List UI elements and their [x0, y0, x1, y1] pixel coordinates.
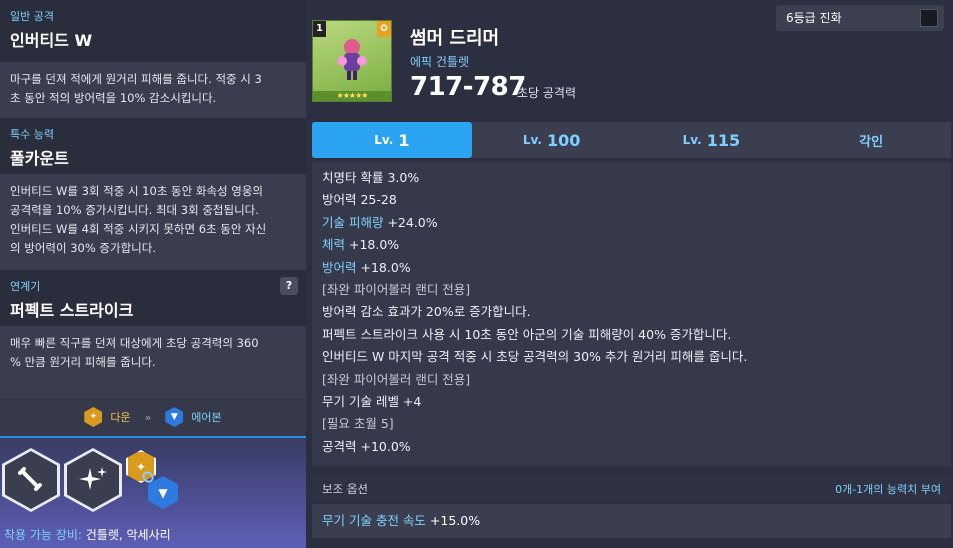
- skill-desc-chain: 매우 빠른 직구를 던져 대상에게 초당 공격력의 360 % 만큼 원거리 피…: [0, 326, 306, 398]
- stat-value: 방어력 감소 효과가 20%로 증가합니다.: [322, 304, 531, 320]
- stat-line: 퍼펙트 스트라이크 사용 시 10초 동안 아군의 기술 피해량이 40% 증가…: [322, 324, 941, 346]
- desc-line: 의 방어력이 30% 증가합니다.: [10, 241, 156, 255]
- stat-value: 무기 기술 레벨 +4: [322, 394, 422, 410]
- tab-lv-prefix: Lv.: [682, 133, 702, 147]
- stat-line: 체력 +18.0%: [322, 234, 941, 256]
- sub-option-value: +15.0%: [425, 513, 481, 528]
- stat-line: [좌완 파이어볼러 랜디 전용]: [322, 279, 941, 301]
- help-button[interactable]: ?: [280, 277, 298, 295]
- skill-title: 풀카운트: [10, 149, 69, 168]
- tab-lv-100[interactable]: Lv. 100: [472, 122, 632, 158]
- stat-line: 방어력 +18.0%: [322, 257, 941, 279]
- skill-header-special: 특수 능력 풀카운트: [0, 118, 306, 174]
- stat-value: [좌완 파이어볼러 랜디 전용]: [322, 371, 471, 387]
- down-icon: ✦: [84, 407, 103, 427]
- stat-value: +18.0%: [356, 259, 411, 275]
- skill-tag: 연계기: [10, 280, 41, 293]
- sub-option-key: 무기 기술 충전 속도: [322, 513, 426, 528]
- skill-title: 퍼펙트 스트라이크: [10, 301, 134, 320]
- airborne-icon: ▼: [165, 407, 184, 427]
- special-ability-skill-icon[interactable]: [64, 448, 122, 512]
- attack-label: 초당 공격력: [517, 86, 577, 100]
- sub-option-row: 무기 기술 충전 속도 +15.0%: [312, 504, 951, 538]
- tab-lv-number: 1: [398, 130, 410, 150]
- tab-lv-number: 115: [706, 130, 741, 150]
- stat-line: 무기 기술 레벨 +4: [322, 391, 941, 413]
- stat-value: 방어력 25-28: [322, 192, 397, 208]
- sword-icon: [5, 451, 57, 509]
- skill-panel: 일반 공격 인버티드 W 마구를 던져 적에게 원거리 피해를 줍니다. 적중 …: [0, 0, 306, 548]
- tab-engrave[interactable]: 각인: [791, 122, 951, 158]
- skill-desc-special: 인버티드 W를 3회 적중 시 10초 동안 화속성 영웅의 공격력을 10% …: [0, 174, 306, 270]
- sub-option-title: 보조 옵션: [322, 482, 368, 496]
- stat-line: [좌완 파이어볼러 랜디 전용]: [322, 369, 941, 391]
- desc-line: 매우 빠른 직구를 던져 대상에게 초당 공격력의 360: [10, 336, 259, 350]
- weapon-figure-icon: [337, 39, 367, 80]
- stat-value: 인버티드 W 마지막 공격 적중 시 초당 공격력의 30% 추가 원거리 피해…: [322, 349, 748, 365]
- weapon-portrait[interactable]: ★★★★★ 1 ✪: [312, 20, 392, 102]
- stat-line: 방어력 25-28: [322, 189, 941, 211]
- skill-icon-row: ✦ ▼: [0, 444, 306, 516]
- tab-lv-1[interactable]: Lv. 1: [312, 122, 472, 158]
- awaken-badge-icon: ✪: [377, 21, 391, 37]
- stat-line: 기술 피해량 +24.0%: [322, 212, 941, 234]
- chain-from-label: 다운: [110, 411, 131, 424]
- skill-title: 인버티드 W: [10, 31, 93, 50]
- tab-lv-prefix: Lv.: [522, 133, 542, 147]
- level-tabs: Lv. 1 Lv. 100 Lv. 115 각인: [312, 122, 951, 158]
- sub-option-range: 0개-1개의 능력치 부여: [835, 483, 941, 496]
- stat-line: [필요 초월 5]: [322, 413, 941, 435]
- stat-value: 치명타 확률 3.0%: [322, 170, 420, 185]
- evolution-toggle[interactable]: 6등급 진화: [776, 5, 944, 31]
- skill-tag: 일반 공격: [10, 10, 54, 23]
- stat-value: [좌완 파이어볼러 랜디 전용]: [322, 282, 471, 298]
- stat-key: 기술 피해량: [322, 214, 384, 230]
- level-badge: 1: [313, 21, 326, 37]
- equip-label: 착용 가능 장비:: [4, 528, 82, 542]
- stats-list: 치명타 확률 3.0% 방어력 25-28 기술 피해량 +24.0% 체력 +…: [312, 162, 951, 466]
- skill-header-normal: 일반 공격 인버티드 W: [0, 0, 306, 62]
- weapon-grade: 에픽 건틀렛: [410, 55, 470, 69]
- tab-lv-number: 100: [546, 130, 581, 150]
- skill-tag: 특수 능력: [10, 128, 54, 141]
- chain-condition: ✦ 다운 » ▼ 에어본: [0, 398, 306, 438]
- tab-lv-prefix: Lv.: [374, 133, 394, 147]
- stat-value: 공격력 +10.0%: [322, 438, 411, 454]
- stat-value: +24.0%: [383, 214, 438, 230]
- chain-arrow-icon: »: [144, 410, 152, 424]
- desc-line: % 만큼 원거리 피해를 줍니다.: [10, 355, 156, 369]
- tab-lv-115[interactable]: Lv. 115: [632, 122, 792, 158]
- stat-key: 체력: [322, 237, 346, 253]
- star-rating: ★★★★★: [313, 91, 391, 101]
- weapon-name: 썸머 드리머: [410, 28, 500, 49]
- stat-key: 방어력: [322, 259, 357, 275]
- skill-header-chain: 연계기 퍼펙트 스트라이크: [0, 270, 306, 326]
- stat-line: 치명타 확률 3.0%: [322, 167, 941, 189]
- evolution-checkbox[interactable]: [920, 9, 938, 27]
- stat-line: 인버티드 W 마지막 공격 적중 시 초당 공격력의 30% 추가 원거리 피해…: [322, 346, 941, 368]
- desc-line: 공격력을 10% 증가시킵니다. 최대 3회 중첩됩니다.: [10, 203, 259, 217]
- desc-line: 인버티드 W를 4회 적중 시키지 못하면 6초 동안 자신: [10, 222, 267, 236]
- sparkle-icon: [67, 451, 119, 509]
- evolution-label: 6등급 진화: [786, 11, 842, 25]
- equip-info: 착용 가능 장비: 건틀렛, 악세사리: [4, 526, 171, 543]
- stat-line: 공격력 +10.0%: [322, 436, 941, 458]
- desc-line: 마구를 던져 적에게 원거리 피해를 줍니다. 적중 시 3: [10, 72, 262, 86]
- sub-option-header: 보조 옵션 0개-1개의 능력치 부여: [312, 476, 951, 502]
- normal-attack-skill-icon[interactable]: [2, 448, 60, 512]
- stat-value: 퍼펙트 스트라이크 사용 시 10초 동안 아군의 기술 피해량이 40% 증가…: [322, 326, 732, 342]
- skill-desc-normal: 마구를 던져 적에게 원거리 피해를 줍니다. 적중 시 3 초 동안 적의 방…: [0, 62, 306, 118]
- chain-to-label: 에어본: [191, 411, 222, 424]
- stat-line: 방어력 감소 효과가 20%로 증가합니다.: [322, 301, 941, 323]
- stat-value: +18.0%: [345, 237, 400, 253]
- tab-engrave-label: 각인: [859, 134, 884, 150]
- stat-value: [필요 초월 5]: [322, 416, 394, 432]
- equip-value: 건틀렛, 악세사리: [81, 528, 171, 542]
- desc-line: 인버티드 W를 3회 적중 시 10초 동안 화속성 영웅의: [10, 184, 264, 198]
- weapon-attack: 717-787: [410, 72, 526, 102]
- desc-line: 초 동안 적의 방어력을 10% 감소시킵니다.: [10, 91, 217, 105]
